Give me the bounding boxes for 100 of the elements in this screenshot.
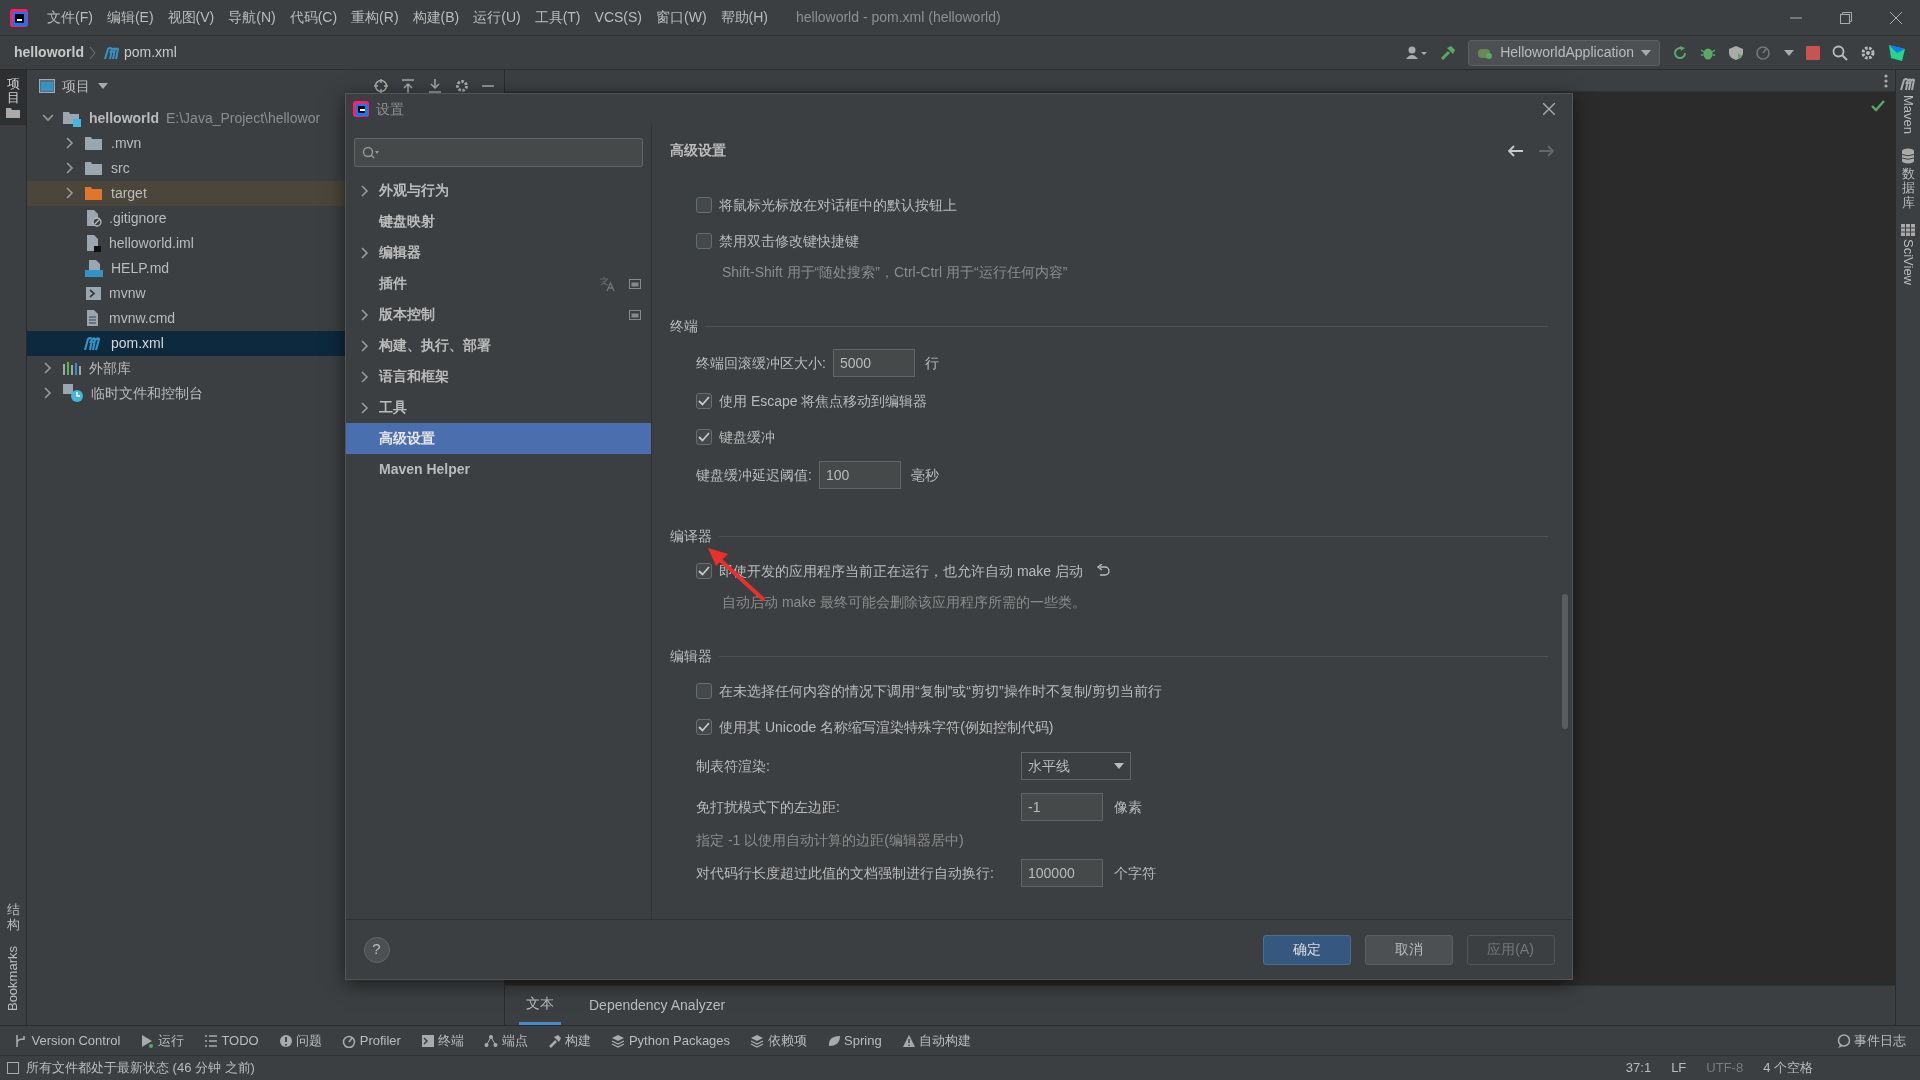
settings-category[interactable]: 语言和框架	[346, 361, 651, 392]
tool-window-button[interactable]: Version Control	[14, 1030, 121, 1051]
settings-category[interactable]: 版本控制	[346, 299, 651, 330]
menu-item[interactable]: 运行(U)	[466, 7, 528, 28]
tool-window-button[interactable]: 问题	[278, 1030, 323, 1051]
tool-window-button[interactable]: 端点	[484, 1030, 528, 1051]
close-icon[interactable]	[1543, 103, 1555, 115]
settings-icon[interactable]	[1860, 44, 1876, 61]
menu-item[interactable]: 帮助(H)	[713, 7, 775, 28]
tree-row[interactable]: .mvn	[27, 130, 504, 156]
checkbox[interactable]	[696, 233, 712, 249]
settings-category[interactable]: 插件	[346, 268, 651, 299]
menu-item[interactable]: 代码(C)	[282, 7, 345, 28]
menu-item[interactable]: 视图(V)	[160, 7, 222, 28]
caret-icon[interactable]	[98, 83, 108, 89]
caret-icon[interactable]	[1784, 49, 1794, 56]
tool-window-button[interactable]: 依赖项	[750, 1030, 807, 1051]
editor-tab[interactable]: 文本	[519, 985, 561, 1025]
menu-item[interactable]: 重构(R)	[344, 7, 406, 28]
database-icon	[1901, 147, 1915, 164]
menu-item[interactable]: 编辑(E)	[99, 7, 161, 28]
tool-window-button[interactable]: Spring	[826, 1030, 882, 1051]
tool-window-tab[interactable]: 结构	[6, 903, 20, 932]
settings-icon[interactable]	[455, 79, 469, 93]
collapse-icon[interactable]	[401, 79, 415, 93]
square-icon[interactable]	[7, 1062, 19, 1074]
terminal-icon	[84, 285, 102, 301]
section-title: 编译器	[670, 526, 712, 546]
dropdown[interactable]: 水平线	[1021, 752, 1131, 780]
stop-icon[interactable]	[1806, 45, 1820, 60]
tool-window-button[interactable]: 终端	[420, 1030, 465, 1051]
rerun-icon[interactable]	[1672, 44, 1688, 61]
checkbox-label[interactable]: 使用其 Unicode 名称缩写渲染特殊字符(例如控制代码)	[719, 716, 1054, 738]
checkbox[interactable]	[696, 563, 712, 579]
tool-window-tab[interactable]: 数据库	[1901, 167, 1915, 210]
expand-icon[interactable]	[428, 79, 442, 93]
tool-window-tab[interactable]: Maven	[1898, 94, 1918, 134]
input-field[interactable]: -1	[1021, 793, 1103, 821]
search-icon[interactable]	[1832, 44, 1848, 61]
close-icon[interactable]	[1890, 11, 1902, 24]
tool-window-button[interactable]: 自动构建	[901, 1030, 972, 1051]
checkbox[interactable]	[696, 393, 712, 409]
checkbox-label[interactable]: 键盘缓冲	[719, 426, 775, 448]
checkbox[interactable]	[696, 683, 712, 699]
event-log-button[interactable]: 事件日志	[1836, 1030, 1906, 1051]
tool-window-button[interactable]: 构建	[547, 1030, 592, 1051]
dialog-button[interactable]: 取消	[1364, 934, 1453, 965]
library-icon	[62, 360, 82, 376]
input-field[interactable]: 100000	[1021, 859, 1103, 887]
menu-item[interactable]: 窗口(W)	[649, 7, 714, 28]
menu-item[interactable]: 工具(T)	[527, 7, 588, 28]
settings-category[interactable]: 键盘映射	[346, 206, 651, 237]
help-button[interactable]: ?	[363, 936, 390, 963]
settings-category[interactable]: 工具	[346, 392, 651, 423]
dialog-button[interactable]: 确定	[1262, 934, 1351, 965]
speech-bubble-icon	[1836, 1033, 1851, 1048]
tool-window-button[interactable]: 运行	[140, 1030, 184, 1051]
hammer-icon[interactable]	[1440, 44, 1457, 61]
menu-item[interactable]: 构建(B)	[405, 7, 467, 28]
tool-window-tab[interactable]: SciView	[1898, 239, 1918, 286]
back-arrow-icon[interactable]	[1508, 144, 1524, 157]
gauge-icon[interactable]	[1756, 44, 1772, 61]
checkbox[interactable]	[696, 719, 712, 735]
checkbox-label[interactable]: 在未选择任何内容的情况下调用“复制”或“剪切”操作时不复制/剪切当前行	[719, 680, 1162, 702]
editor-tab[interactable]: Dependency Analyzer	[582, 985, 733, 1025]
input-field[interactable]: 100	[818, 461, 901, 489]
undo-icon[interactable]	[1096, 564, 1110, 578]
settings-category[interactable]: 编辑器	[346, 237, 651, 268]
scrollbar-thumb[interactable]	[1562, 594, 1568, 729]
search-field[interactable]	[354, 138, 643, 167]
more-icon[interactable]	[1884, 73, 1888, 88]
checkbox-label[interactable]: 使用 Escape 将焦点移动到编辑器	[719, 390, 928, 412]
locate-icon[interactable]	[374, 79, 388, 93]
status-item[interactable]: 37:1	[1625, 1058, 1652, 1078]
checkbox[interactable]	[696, 197, 712, 213]
tool-window-button[interactable]: Python Packages	[611, 1030, 731, 1051]
breadcrumb-item[interactable]: helloworld	[14, 42, 84, 63]
tool-window-button[interactable]: TODO	[203, 1030, 259, 1051]
restore-icon[interactable]	[1840, 11, 1852, 24]
panel-title[interactable]: 项目	[62, 75, 90, 97]
unit-label: 行	[925, 353, 940, 373]
menu-item[interactable]: VCS(S)	[587, 7, 649, 28]
run-configuration-dropdown[interactable]: HelloworldApplication	[1468, 39, 1660, 66]
tool-window-button[interactable]: Profiler	[342, 1030, 401, 1051]
settings-category[interactable]: Maven Helper	[346, 454, 651, 485]
shield-icon[interactable]	[1728, 44, 1744, 61]
input-field[interactable]: 5000	[832, 349, 915, 377]
leaf-icon	[826, 1033, 841, 1048]
status-item[interactable]: 4 个空格	[1763, 1058, 1813, 1078]
menu-item[interactable]: 导航(N)	[221, 7, 283, 28]
settings-category[interactable]: 高级设置	[346, 423, 651, 454]
user-icon[interactable]	[1406, 45, 1429, 60]
checkbox-label[interactable]: 禁用双击修改键快捷键	[719, 230, 859, 252]
checkbox-label[interactable]: 将鼠标光标放在对话框中的默认按钮上	[719, 194, 957, 216]
tool-window-tab[interactable]: Bookmarks	[3, 945, 23, 1011]
menu-item[interactable]: 文件(F)	[40, 7, 100, 28]
breadcrumb-item[interactable]: pom.xml	[124, 42, 177, 63]
terminal-icon	[420, 1033, 435, 1048]
status-item[interactable]: LF	[1671, 1058, 1687, 1078]
checkbox[interactable]	[696, 429, 712, 445]
